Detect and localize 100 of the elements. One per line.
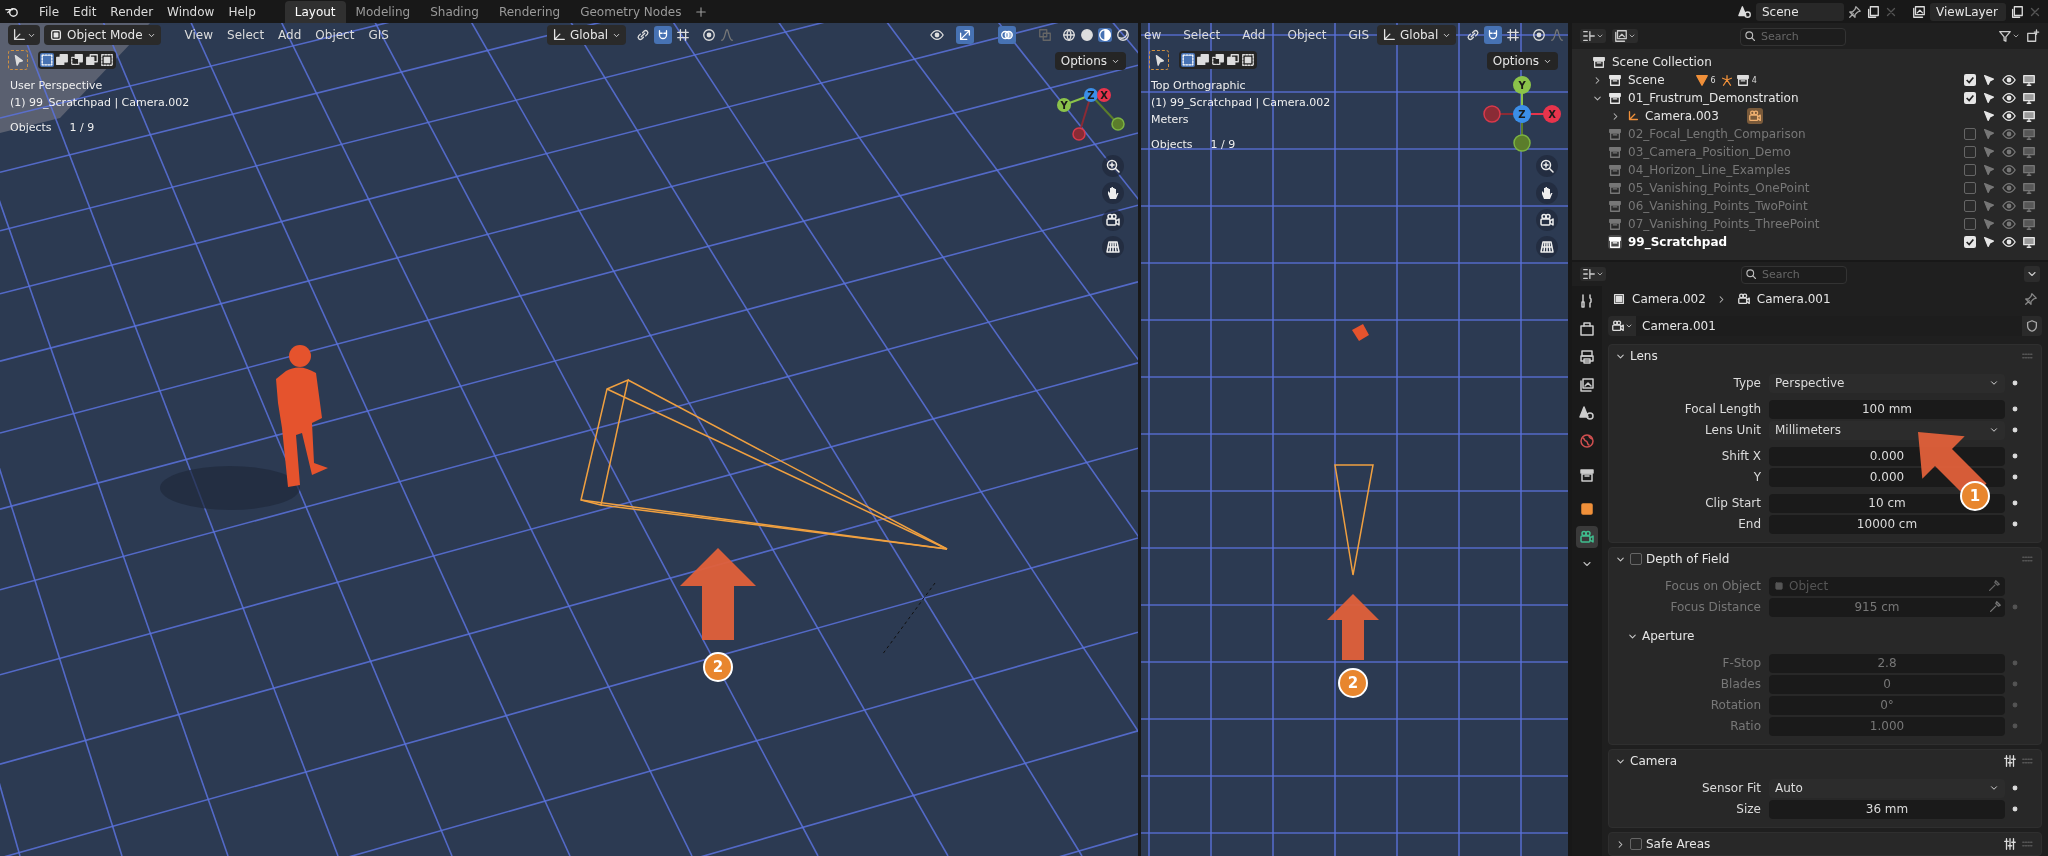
options-dropdown[interactable]: Options: [1054, 52, 1126, 70]
magnet-icon[interactable]: [654, 26, 673, 44]
target-icon[interactable]: [1532, 28, 1547, 42]
checkbox[interactable]: [1964, 92, 1976, 104]
panel-title[interactable]: Camera: [1630, 752, 1678, 770]
selection-mode-icon[interactable]: [1241, 53, 1255, 67]
number-field[interactable]: 100 mm: [1769, 399, 2005, 419]
menu-item[interactable]: Window: [160, 2, 222, 21]
number-field[interactable]: 36 mm: [1769, 799, 2005, 819]
mode-dropdown[interactable]: Object Mode: [44, 25, 161, 45]
axis-button[interactable]: X: [1543, 105, 1561, 123]
grid-icon[interactable]: [1536, 236, 1558, 258]
selection-mode-icon[interactable]: [70, 53, 84, 67]
display-mode-button[interactable]: [1580, 29, 1606, 43]
menu-item[interactable]: File: [32, 2, 67, 21]
dropdown[interactable]: Auto: [1769, 778, 2005, 798]
copy-icon[interactable]: [1866, 4, 1880, 19]
sphere-icon[interactable]: [1116, 28, 1130, 42]
selection-mode-icon[interactable]: [1226, 53, 1240, 67]
zoom-icon[interactable]: [1102, 155, 1124, 177]
collection-icon[interactable]: [1735, 73, 1750, 87]
monitor-icon[interactable]: [2022, 109, 2036, 123]
breadcrumb-item[interactable]: Camera.002: [1632, 290, 1706, 308]
sphere-icon[interactable]: [1080, 28, 1094, 42]
negative-axis-handle[interactable]: [1513, 134, 1531, 152]
cursor-tool-icon[interactable]: [1149, 50, 1169, 70]
monitor-icon[interactable]: [2022, 91, 2036, 105]
magnet-icon[interactable]: [1484, 26, 1503, 44]
menu-item[interactable]: Help: [221, 2, 263, 21]
negative-axis-handle[interactable]: [1072, 127, 1086, 141]
workspace-tab[interactable]: Rendering: [488, 0, 571, 23]
axis-button[interactable]: X: [1097, 88, 1111, 102]
link-icon[interactable]: [636, 28, 651, 42]
panel-title[interactable]: Lens: [1630, 347, 1658, 365]
menu-item[interactable]: Object: [1287, 26, 1327, 44]
name-field[interactable]: Camera.001: [1636, 316, 2022, 336]
checkbox[interactable]: [1964, 74, 1976, 86]
hand-icon[interactable]: [1536, 182, 1558, 204]
panel-title[interactable]: Aperture: [1642, 627, 1695, 645]
view-layer-button[interactable]: [1612, 29, 1638, 43]
checkbox[interactable]: [1964, 182, 1976, 194]
sphere-icon[interactable]: [1062, 28, 1076, 42]
monitor-icon[interactable]: [2022, 235, 2036, 249]
view-layer-field[interactable]: ViewLayer: [1930, 2, 2006, 21]
navigation-gizmo[interactable]: Y Z X: [1480, 73, 1564, 155]
dropdown[interactable]: Perspective: [1769, 373, 2005, 393]
menu-item[interactable]: ew: [1144, 26, 1162, 44]
orientation-dropdown[interactable]: Global: [1377, 25, 1457, 45]
search-field[interactable]: Search: [1740, 27, 1846, 46]
menu-item[interactable]: Edit: [66, 2, 104, 21]
checkbox[interactable]: [1964, 200, 1976, 212]
checkbox[interactable]: [1964, 236, 1976, 248]
camera-icon[interactable]: [1576, 526, 1598, 548]
search-field[interactable]: Search: [1741, 265, 1847, 284]
target-icon[interactable]: [702, 28, 717, 42]
collection-label[interactable]: Scene Collection: [1612, 53, 1712, 71]
editor-type-button[interactable]: [8, 25, 40, 45]
collection-label[interactable]: 01_Frustrum_Demonstration: [1628, 89, 1799, 107]
panel-title[interactable]: Safe Areas: [1646, 835, 1711, 853]
negative-axis-handle[interactable]: [1111, 117, 1125, 131]
camera-icon[interactable]: [1102, 209, 1124, 231]
scene-field[interactable]: Scene: [1756, 2, 1844, 21]
camera-icon[interactable]: [1536, 209, 1558, 231]
number-field[interactable]: 10000 cm: [1769, 514, 2005, 534]
overlay-icon[interactable]: [998, 26, 1016, 44]
copy-icon[interactable]: [2010, 4, 2024, 19]
selection-mode-icon[interactable]: [55, 53, 69, 67]
monitor-icon[interactable]: [2022, 73, 2036, 87]
workspace-tab[interactable]: Geometry Nodes: [570, 0, 692, 23]
navigation-gizmo[interactable]: Y Z X: [1050, 83, 1130, 149]
checkbox[interactable]: [1964, 128, 1976, 140]
options-dropdown[interactable]: Options: [1486, 52, 1558, 70]
axis-button[interactable]: Z: [1084, 88, 1098, 102]
armature-icon[interactable]: [1719, 73, 1734, 87]
gizmo-icon[interactable]: [956, 26, 974, 44]
checkbox[interactable]: [1630, 838, 1642, 850]
grid-icon[interactable]: [1506, 28, 1521, 42]
editor-type-button[interactable]: [1580, 267, 1606, 281]
orientation-dropdown[interactable]: Global: [546, 25, 627, 45]
grid-icon[interactable]: [676, 28, 691, 42]
zoom-icon[interactable]: [1536, 155, 1558, 177]
workspace-tab[interactable]: Layout: [284, 0, 346, 23]
pin-icon[interactable]: [2024, 292, 2038, 306]
workspace-tab[interactable]: Shading: [420, 0, 489, 23]
visibility-icon[interactable]: [930, 28, 944, 42]
collection-label[interactable]: 99_Scratchpad: [1628, 233, 1728, 251]
image-icon[interactable]: [1912, 4, 1926, 19]
menu-item[interactable]: Add: [1242, 26, 1266, 44]
pin-icon[interactable]: [1848, 4, 1862, 19]
workspace-tab[interactable]: Modeling: [345, 0, 421, 23]
selection-mode-icon[interactable]: [100, 53, 114, 67]
triangle-icon[interactable]: [1694, 73, 1709, 87]
menu-item[interactable]: Render: [103, 2, 161, 21]
filter-button[interactable]: [1998, 29, 2020, 43]
sliders-icon[interactable]: [2003, 837, 2017, 851]
menu-item[interactable]: GIS: [1348, 26, 1370, 44]
hand-icon[interactable]: [1102, 182, 1124, 204]
collection-label[interactable]: Scene: [1628, 71, 1665, 89]
axis-button[interactable]: Z: [1513, 105, 1531, 123]
axis-button[interactable]: Y: [1057, 98, 1071, 112]
